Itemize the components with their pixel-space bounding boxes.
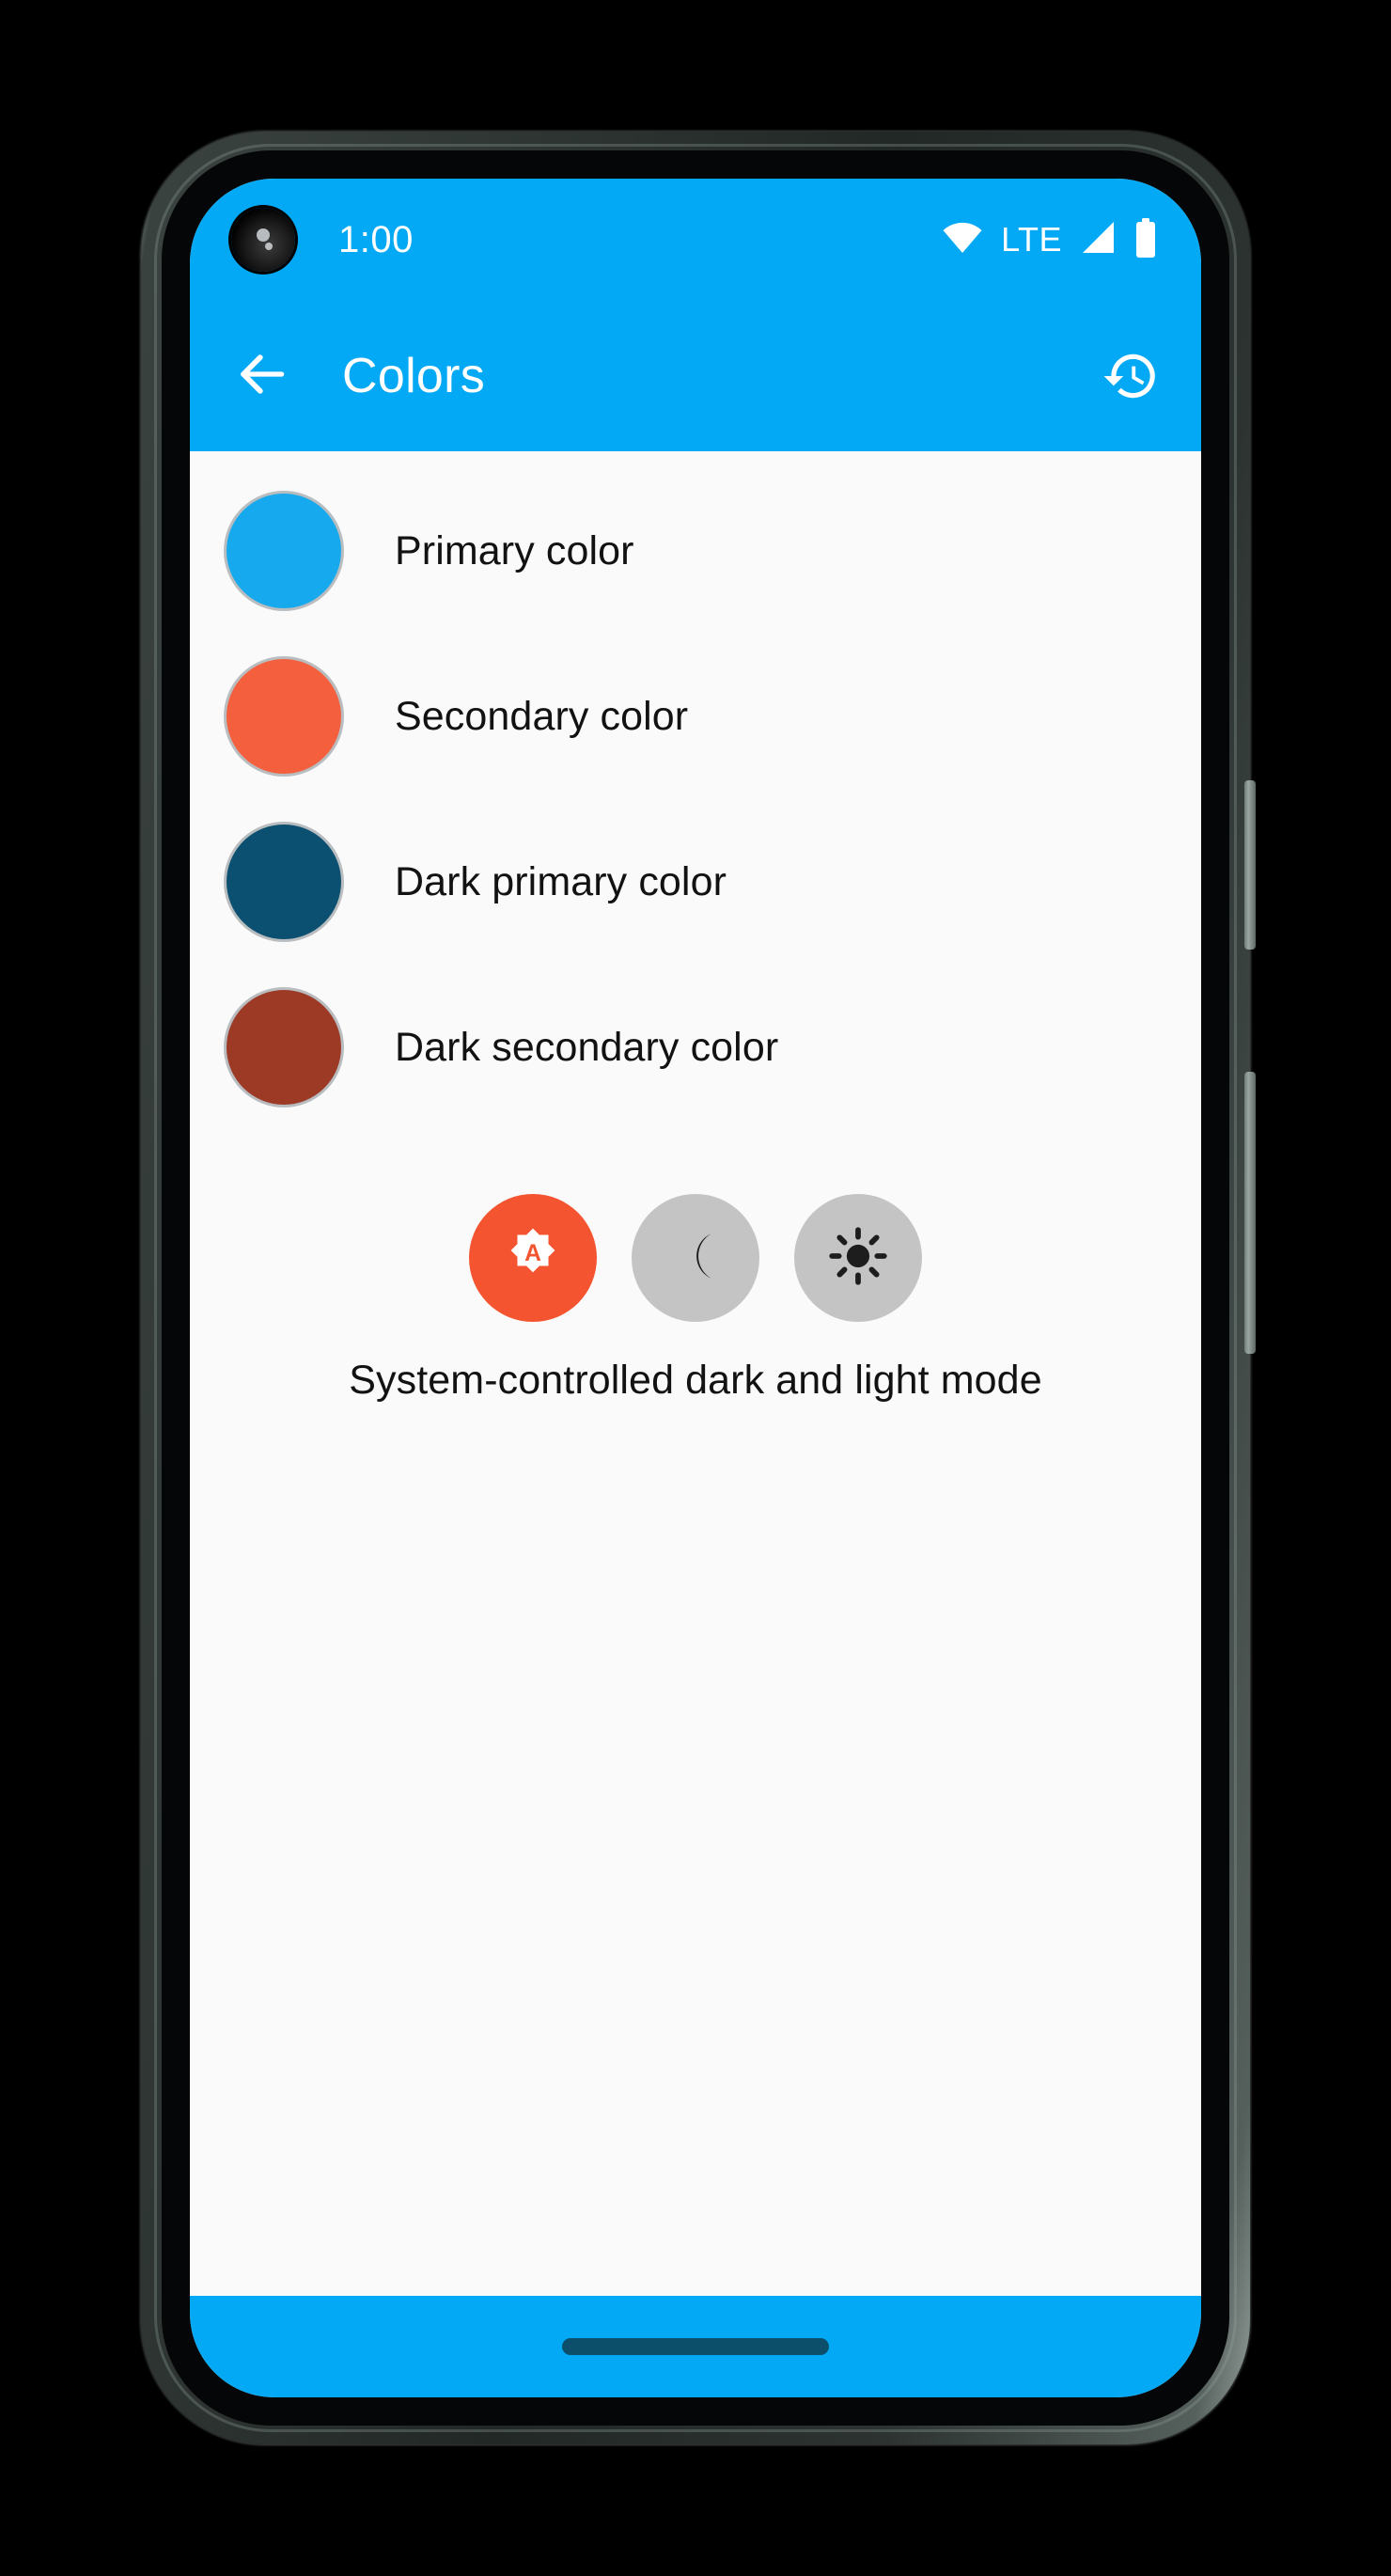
camera-punchhole-icon — [231, 208, 295, 272]
svg-text:A: A — [524, 1240, 541, 1265]
sun-icon — [827, 1225, 889, 1292]
home-gesture-pill[interactable] — [562, 2338, 829, 2355]
list-item[interactable]: Primary color — [190, 468, 1201, 634]
navigation-bar — [190, 2296, 1201, 2397]
theme-mode-auto-button[interactable]: A — [469, 1194, 597, 1322]
list-item[interactable]: Secondary color — [190, 634, 1201, 799]
page-title: Colors — [342, 349, 486, 403]
battery-icon — [1133, 217, 1158, 262]
list-item[interactable]: Dark primary color — [190, 799, 1201, 965]
color-swatch-secondary[interactable] — [224, 656, 344, 777]
list-item[interactable]: Dark secondary color — [190, 965, 1201, 1130]
app-bar: Colors — [190, 301, 1201, 451]
power-button[interactable] — [1244, 780, 1256, 950]
history-icon[interactable] — [1102, 347, 1160, 405]
signal-icon — [1080, 221, 1116, 259]
list-item-label: Dark primary color — [395, 858, 727, 904]
phone-mockup: 1:00 LTE Colors Primary color Secondary … — [141, 132, 1256, 2444]
list-item-label: Dark secondary color — [395, 1024, 779, 1070]
theme-mode-dark-button[interactable] — [632, 1194, 759, 1322]
phone-screen: 1:00 LTE Colors Primary color Secondary … — [190, 179, 1201, 2397]
wifi-icon — [942, 222, 983, 259]
volume-rocker[interactable] — [1244, 1072, 1256, 1354]
color-swatch-primary[interactable] — [224, 491, 344, 611]
back-arrow-icon[interactable] — [233, 345, 291, 408]
status-bar-clock: 1:00 — [338, 218, 414, 260]
list-item-label: Primary color — [395, 527, 634, 573]
network-type-label: LTE — [1001, 220, 1062, 259]
status-bar-icons: LTE — [942, 217, 1158, 262]
content-area: Primary color Secondary color Dark prima… — [190, 451, 1201, 2296]
theme-mode-light-button[interactable] — [794, 1194, 922, 1322]
list-item-label: Secondary color — [395, 693, 689, 739]
auto-brightness-icon: A — [499, 1222, 567, 1295]
moon-icon — [664, 1225, 727, 1292]
color-swatch-dark-primary[interactable] — [224, 822, 344, 942]
colors-list: Primary color Secondary color Dark prima… — [190, 468, 1201, 1130]
color-swatch-dark-secondary[interactable] — [224, 987, 344, 1107]
theme-mode-selector: A — [190, 1194, 1201, 1322]
status-bar: 1:00 LTE — [190, 179, 1201, 301]
theme-mode-caption: System-controlled dark and light mode — [349, 1358, 1042, 1403]
